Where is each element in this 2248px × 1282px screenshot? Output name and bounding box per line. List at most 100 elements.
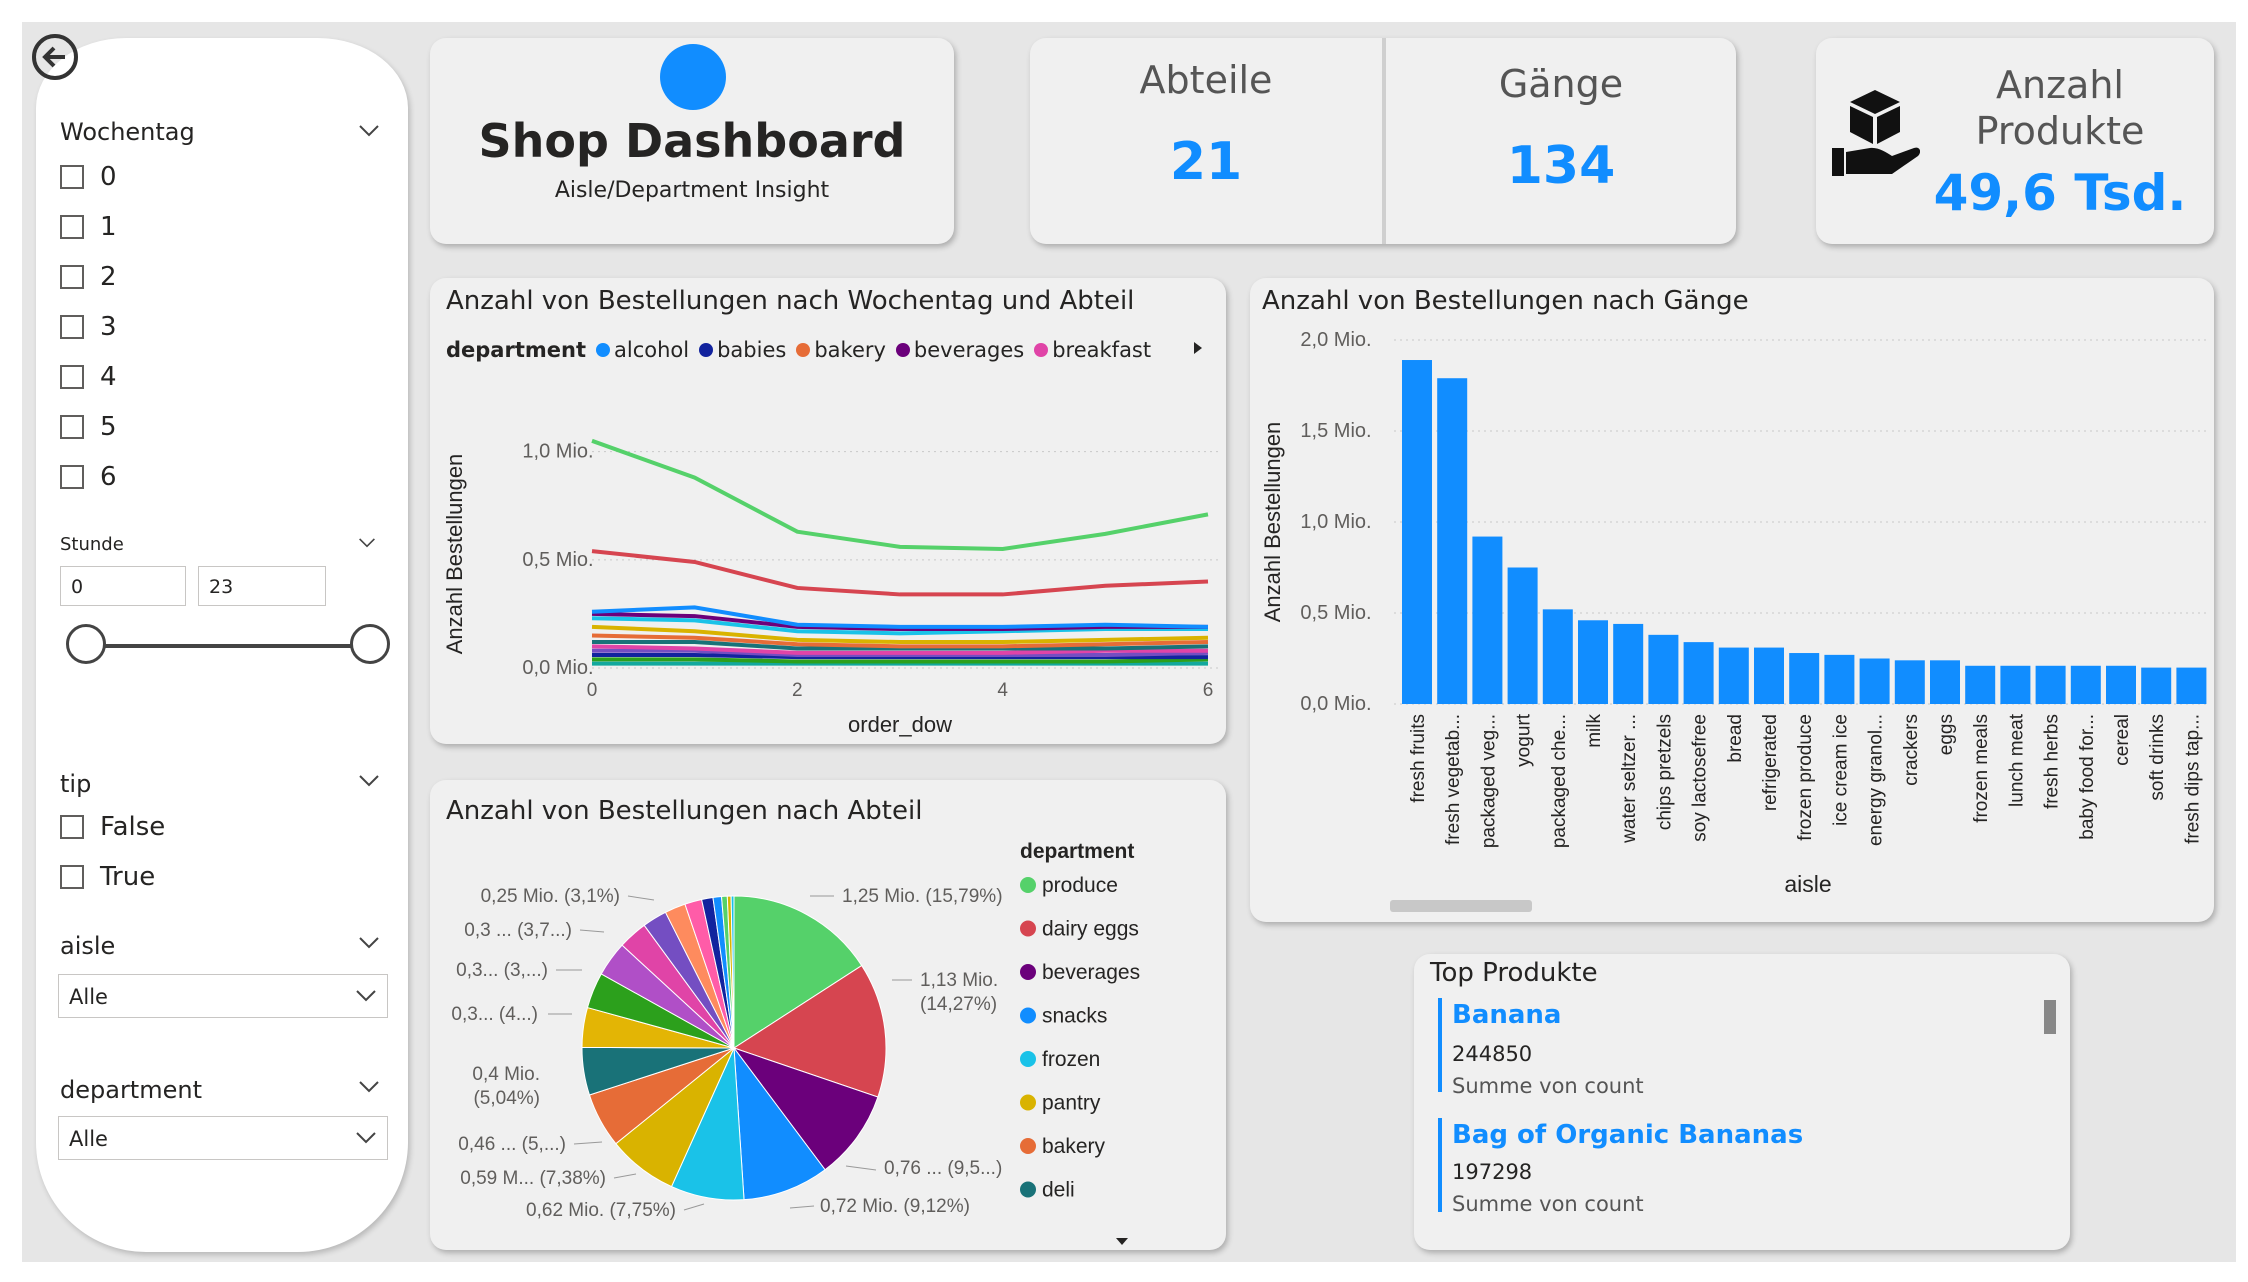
- checkbox-wochentag-6[interactable]: 6: [60, 462, 117, 492]
- legend-item-beverages[interactable]: beverages: [895, 338, 1024, 362]
- bar: [1683, 642, 1714, 704]
- pie-data-label: 0,59 M... (7,38%): [460, 1168, 606, 1189]
- legend-item-babies[interactable]: babies: [699, 338, 786, 362]
- chevron-down-icon[interactable]: [358, 124, 380, 138]
- checkbox-wochentag-3[interactable]: 3: [60, 312, 117, 342]
- page-title: Shop Dashboard: [478, 114, 906, 168]
- checkbox-wochentag-1[interactable]: 1: [60, 212, 117, 242]
- pie-data-label: (14,27%): [920, 994, 997, 1015]
- department-dropdown[interactable]: Alle: [58, 1116, 388, 1160]
- y-tick-label: 0,0 Mio.: [1300, 693, 1371, 715]
- pie-chart-plot: 1,25 Mio. (15,79%) 1,13 Mio. (14,27%) 0,76 …: [451, 840, 1140, 1221]
- bar: [1542, 609, 1573, 704]
- bar-chart-scrollbar[interactable]: [1390, 900, 1532, 912]
- x-tick-label: water seltzer ...: [1619, 714, 1640, 844]
- top-products-scrollbar[interactable]: [2044, 1000, 2056, 1034]
- x-tick-label: fresh vegetab...: [1443, 714, 1464, 845]
- kpi-value-abteile: 21: [1169, 132, 1243, 192]
- top-product-accent: [1438, 1118, 1442, 1212]
- chevron-down-icon: [356, 1132, 376, 1144]
- x-tick-label: refrigerated: [1760, 714, 1781, 811]
- legend-item-bakery[interactable]: bakery: [796, 338, 886, 362]
- hour-min-input[interactable]: 0: [60, 566, 186, 606]
- y-tick-label: 1,5 Mio.: [1300, 420, 1371, 442]
- pie-legend-marker: [1020, 877, 1036, 893]
- bar: [1859, 658, 1890, 704]
- x-tick-label: crackers: [1901, 714, 1922, 786]
- chevron-down-icon[interactable]: [358, 1080, 380, 1094]
- top-product-count-label: Summe von count: [1452, 1192, 1644, 1216]
- pie-leader-line: [627, 895, 655, 901]
- page-subtitle: Aisle/Department Insight: [554, 178, 830, 203]
- top-product-count: 244850: [1452, 1042, 1533, 1066]
- x-tick-label: fresh dips tap...: [2182, 714, 2203, 844]
- top-product-name[interactable]: Banana: [1452, 1000, 1561, 1030]
- x-tick-label: energy granol...: [1866, 714, 1887, 846]
- legend-item-breakfast[interactable]: breakfast: [1034, 338, 1151, 362]
- hour-slider-max-handle[interactable]: [350, 624, 390, 664]
- x-tick-label: soft drinks: [2147, 714, 2168, 801]
- x-tick-label: eggs: [1936, 714, 1957, 755]
- checkbox-wochentag-2[interactable]: 2: [60, 262, 117, 292]
- pie-data-label: 0,25 Mio. (3,1%): [481, 886, 620, 907]
- x-tick-label: baby food for...: [2077, 714, 2098, 840]
- legend-scroll-down-icon[interactable]: [1114, 1236, 1130, 1246]
- bar: [1578, 620, 1608, 704]
- y-axis-label: Anzahl Bestellungen: [442, 454, 467, 655]
- legend-next-arrow-icon[interactable]: [1192, 340, 1204, 356]
- y-tick-label: 0,5 Mio.: [522, 549, 593, 571]
- slicer-title-aisle: aisle: [60, 932, 116, 960]
- aisle-dropdown[interactable]: Alle: [58, 974, 388, 1018]
- checkbox-tip-false[interactable]: False: [60, 812, 165, 842]
- pie-data-label: 1,13 Mio.: [920, 970, 998, 991]
- pie-data-label: 0,72 Mio. (9,12%): [820, 1196, 970, 1217]
- chevron-down-icon[interactable]: [358, 536, 376, 550]
- hour-max-input[interactable]: 23: [198, 566, 326, 606]
- bar: [1754, 647, 1784, 704]
- hour-slider-track[interactable]: [86, 644, 370, 648]
- pie-data-label: 0,4 Mio.: [472, 1064, 540, 1085]
- y-tick-label: 2,0 Mio.: [1300, 329, 1371, 351]
- pie-leader-line: [573, 1141, 603, 1145]
- x-tick-label: fresh herbs: [2042, 714, 2063, 809]
- hour-slider-min-handle[interactable]: [66, 624, 106, 664]
- line-chart-plot: 0,0 Mio. 0,5 Mio. 1,0 Mio. 0 2 4 6 order_dow Anz…: [442, 438, 1218, 737]
- bar: [1613, 623, 1644, 704]
- x-tick-label: 2: [792, 680, 803, 701]
- x-tick-label: chips pretzels: [1654, 714, 1675, 830]
- pie-legend-label: frozen: [1042, 1048, 1100, 1071]
- checkbox-wochentag-0[interactable]: 0: [60, 162, 117, 192]
- slicer-title-tip: tip: [60, 770, 92, 798]
- bar: [1402, 360, 1432, 704]
- x-tick-label: ice cream ice: [1830, 714, 1851, 826]
- x-axis-label: order_dow: [848, 712, 952, 737]
- top-product-name[interactable]: Bag of Organic Bananas: [1452, 1120, 1803, 1150]
- top-product-count-label: Summe von count: [1452, 1074, 1644, 1098]
- pie-legend-marker: [1020, 1094, 1036, 1111]
- pie-data-label: (5,04%): [473, 1088, 540, 1109]
- arrow-left-icon: [42, 46, 65, 68]
- x-tick-label: soy lactosefree: [1690, 714, 1711, 842]
- pie-legend-label: dairy eggs: [1042, 918, 1139, 941]
- back-button[interactable]: [32, 34, 78, 80]
- bar: [1472, 536, 1503, 704]
- checkbox-tip-true[interactable]: True: [60, 862, 155, 892]
- y-tick-label: 0,5 Mio.: [1300, 602, 1371, 624]
- top-product-accent: [1438, 998, 1442, 1092]
- kpi-label-abteile: Abteile: [1139, 58, 1273, 102]
- x-tick-label: lunch meat: [2006, 713, 2027, 807]
- pie-legend-label: produce: [1042, 874, 1118, 897]
- chevron-down-icon[interactable]: [358, 936, 380, 950]
- checkbox-wochentag-4[interactable]: 4: [60, 362, 117, 392]
- line-chart-legend: department alcohol babies bakery beverag…: [446, 338, 1151, 362]
- checkbox-wochentag-5[interactable]: 5: [60, 412, 117, 442]
- chevron-down-icon[interactable]: [358, 774, 380, 788]
- bar: [2176, 667, 2207, 704]
- bar: [2106, 665, 2136, 704]
- kpi-label-produkte: Anzahl Produkte: [1975, 63, 2145, 153]
- x-tick-label: packaged veg...: [1478, 714, 1499, 848]
- y-tick-label: 0,0 Mio.: [522, 657, 593, 679]
- pie-data-label: 0,62 Mio. (7,75%): [526, 1200, 676, 1221]
- legend-item-alcohol[interactable]: alcohol: [596, 338, 689, 362]
- series-line: [592, 657, 1209, 664]
